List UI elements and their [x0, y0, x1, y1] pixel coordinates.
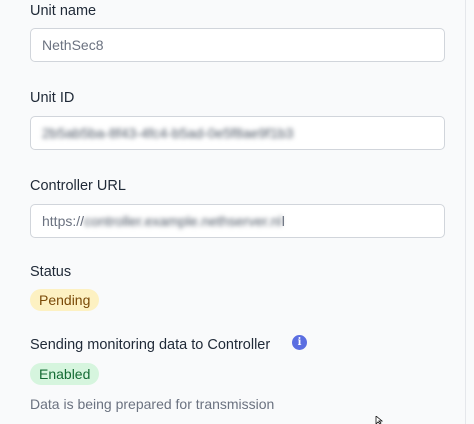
unit-name-label: Unit name	[30, 3, 97, 19]
unit-id-label: Unit ID	[30, 90, 75, 106]
info-icon[interactable]: i	[292, 335, 307, 350]
monitoring-label: Sending monitoring data to Controller	[30, 337, 271, 353]
unit-name-value: NethSec8	[42, 37, 104, 53]
controller-url-prefix: https://	[42, 213, 85, 229]
monitoring-help-text: Data is being prepared for transmission	[30, 396, 275, 412]
status-badge: Pending	[30, 289, 100, 311]
controller-connection-panel: Unit name NethSec8 Unit ID 2b5ab5ba-8f43…	[0, 0, 466, 424]
unit-id-value: 2b5ab5ba-8f43-4fc4-b5ad-0e5f8ae9f1b3	[42, 125, 294, 141]
unit-id-field[interactable]: 2b5ab5ba-8f43-4fc4-b5ad-0e5f8ae9f1b3	[30, 116, 445, 150]
monitoring-status-badge: Enabled	[30, 363, 100, 385]
controller-url-field[interactable]: https:// controller.example.nethserver.n…	[30, 204, 445, 238]
controller-url-hidden: controller.example.nethserver.nl	[84, 213, 282, 229]
mouse-pointer-icon	[375, 416, 384, 424]
unit-name-field[interactable]: NethSec8	[30, 28, 445, 62]
controller-url-suffix: l	[281, 213, 285, 229]
status-label: Status	[30, 264, 72, 280]
controller-url-label: Controller URL	[30, 178, 126, 194]
